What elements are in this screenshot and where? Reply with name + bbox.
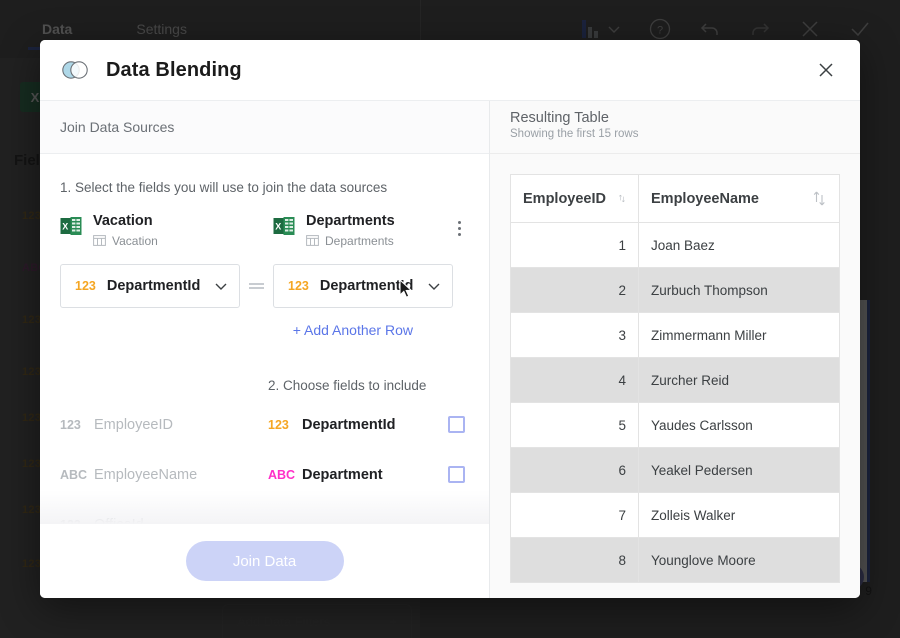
field-type-badge: 123 xyxy=(268,417,289,432)
resulting-table-title: Resulting Table xyxy=(510,110,609,126)
source-fields-list: 123 EmployeeID ABC EmployeeName 123 Offi… xyxy=(60,372,260,524)
data-source-name: Departments xyxy=(306,213,395,229)
svg-text:X: X xyxy=(62,222,68,232)
right-join-field-label: DepartmentId xyxy=(319,277,414,294)
step-1-label: 1. Select the fields you will use to joi… xyxy=(60,180,388,195)
data-source-right: X Departments Departments xyxy=(273,213,459,248)
join-config-scroll-area[interactable]: 1. Select the fields you will use to joi… xyxy=(40,154,489,524)
source-field-label: OfficeId xyxy=(94,517,144,524)
source-field-item: 123 OfficeId xyxy=(60,500,260,524)
cell-employeeid: 7 xyxy=(510,492,639,538)
column-header-label: EmployeeName xyxy=(651,190,759,207)
more-options-icon[interactable] xyxy=(449,217,469,239)
cell-employeename: Zurbuch Thompson xyxy=(638,267,840,313)
chevron-down-icon xyxy=(428,283,440,290)
equals-symbol xyxy=(240,282,273,289)
data-source-table-label: Vacation xyxy=(112,233,158,248)
dialog-header: Data Blending xyxy=(40,40,860,100)
resulting-table-header: Resulting Table Showing the first 15 row… xyxy=(490,101,860,154)
excel-file-icon: X xyxy=(273,217,295,235)
join-field-row: 123 DepartmentId 123 DepartmentId xyxy=(60,263,469,308)
data-blending-dialog: Data Blending Join Data Sources 1. Selec… xyxy=(40,40,860,598)
cell-employeeid: 1 xyxy=(510,222,639,268)
column-header-employeeid[interactable]: EmployeeID xyxy=(510,174,639,223)
dialog-title: Data Blending xyxy=(106,58,242,81)
cell-employeeid: 2 xyxy=(510,267,639,313)
data-sources-row: X Vacation Vacation X Departments Depart… xyxy=(60,213,469,248)
cell-employeename: Zolleis Walker xyxy=(638,492,840,538)
column-header-employeename[interactable]: EmployeeName xyxy=(638,174,840,223)
left-join-field-dropdown[interactable]: 123 DepartmentId xyxy=(60,263,240,308)
column-header-label: EmployeeID xyxy=(523,190,606,207)
dialog-body: Join Data Sources 1. Select the fields y… xyxy=(40,100,860,598)
close-dialog-button[interactable] xyxy=(812,56,840,84)
field-type-badge: 123 xyxy=(75,278,96,293)
chevron-down-icon xyxy=(215,283,227,290)
join-configuration-panel: Join Data Sources 1. Select the fields y… xyxy=(40,101,490,598)
right-join-field-dropdown[interactable]: 123 DepartmentId xyxy=(273,263,453,308)
include-fields-list: 2. Choose fields to include 123 Departme… xyxy=(260,372,469,524)
table-row: 4 Zurcher Reid xyxy=(510,357,840,403)
table-row: 3 Zimmermann Miller xyxy=(510,312,840,358)
cell-employeeid: 6 xyxy=(510,447,639,493)
venn-diagram-icon xyxy=(62,61,88,79)
resulting-table-subtitle: Showing the first 15 rows xyxy=(510,128,639,140)
field-type-badge: ABC xyxy=(268,467,296,482)
cell-employeeid: 3 xyxy=(510,312,639,358)
source-field-item: ABC EmployeeName xyxy=(60,450,260,500)
data-source-left: X Vacation Vacation xyxy=(60,213,246,248)
data-source-name: Vacation xyxy=(93,213,153,229)
sort-arrows-icon xyxy=(813,191,825,206)
resulting-table-scroll[interactable]: EmployeeID EmployeeName 1 Joan Baez 2 Zu… xyxy=(490,154,860,598)
join-data-sources-header: Join Data Sources xyxy=(40,101,489,154)
cell-employeename: Yaudes Carlsson xyxy=(638,402,840,448)
cell-employeeid: 4 xyxy=(510,357,639,403)
cell-employeeid: 5 xyxy=(510,402,639,448)
include-field-label: DepartmentId xyxy=(302,416,396,433)
source-field-label: EmployeeName xyxy=(94,466,198,483)
table-row: 7 Zolleis Walker xyxy=(510,492,840,538)
step-2-label: 2. Choose fields to include xyxy=(268,378,427,394)
table-row: 8 Younglove Moore xyxy=(510,537,840,583)
cell-employeename: Zimmermann Miller xyxy=(638,312,840,358)
left-join-field-label: DepartmentId xyxy=(106,277,201,294)
table-row: 6 Yeakel Pedersen xyxy=(510,447,840,493)
excel-file-icon: X xyxy=(60,217,82,235)
table-icon xyxy=(93,235,106,247)
include-field-checkbox[interactable] xyxy=(448,416,465,434)
field-type-badge: 123 xyxy=(60,417,81,432)
data-source-table-label: Departments xyxy=(325,233,394,248)
close-icon xyxy=(819,63,833,77)
table-header-row: EmployeeID EmployeeName xyxy=(510,174,840,223)
field-type-badge: ABC xyxy=(60,467,88,482)
cell-employeename: Yeakel Pedersen xyxy=(638,447,840,493)
dialog-footer: Join Data xyxy=(40,524,489,598)
resulting-table-panel: Resulting Table Showing the first 15 row… xyxy=(490,101,860,598)
include-field-item: ABC Department xyxy=(260,450,469,500)
sort-arrows-icon xyxy=(618,194,625,203)
svg-text:X: X xyxy=(275,222,281,232)
join-data-button[interactable]: Join Data xyxy=(185,541,344,581)
include-field-item: 123 DepartmentId xyxy=(260,400,469,450)
source-field-label: EmployeeID xyxy=(94,416,173,433)
cell-employeename: Joan Baez xyxy=(638,222,840,268)
add-another-row-link[interactable]: + Add Another Row xyxy=(60,322,469,338)
cell-employeename: Younglove Moore xyxy=(638,537,840,583)
data-source-table: Departments xyxy=(306,234,395,248)
table-row: 5 Yaudes Carlsson xyxy=(510,402,840,448)
field-type-badge: 123 xyxy=(60,518,94,524)
table-row: 1 Joan Baez xyxy=(510,222,840,268)
cell-employeename: Zurcher Reid xyxy=(638,357,840,403)
data-source-table: Vacation xyxy=(93,234,158,248)
table-icon xyxy=(306,235,319,247)
include-field-label: Department xyxy=(302,466,383,483)
table-row: 2 Zurbuch Thompson xyxy=(510,267,840,313)
field-selection-lists: 123 EmployeeID ABC EmployeeName 123 Offi… xyxy=(60,372,469,524)
field-type-badge: 123 xyxy=(288,278,309,293)
include-field-checkbox[interactable] xyxy=(448,466,465,484)
cell-employeeid: 8 xyxy=(510,537,639,583)
resulting-table: EmployeeID EmployeeName 1 Joan Baez 2 Zu… xyxy=(510,174,840,583)
source-field-item: 123 EmployeeID xyxy=(60,400,260,450)
